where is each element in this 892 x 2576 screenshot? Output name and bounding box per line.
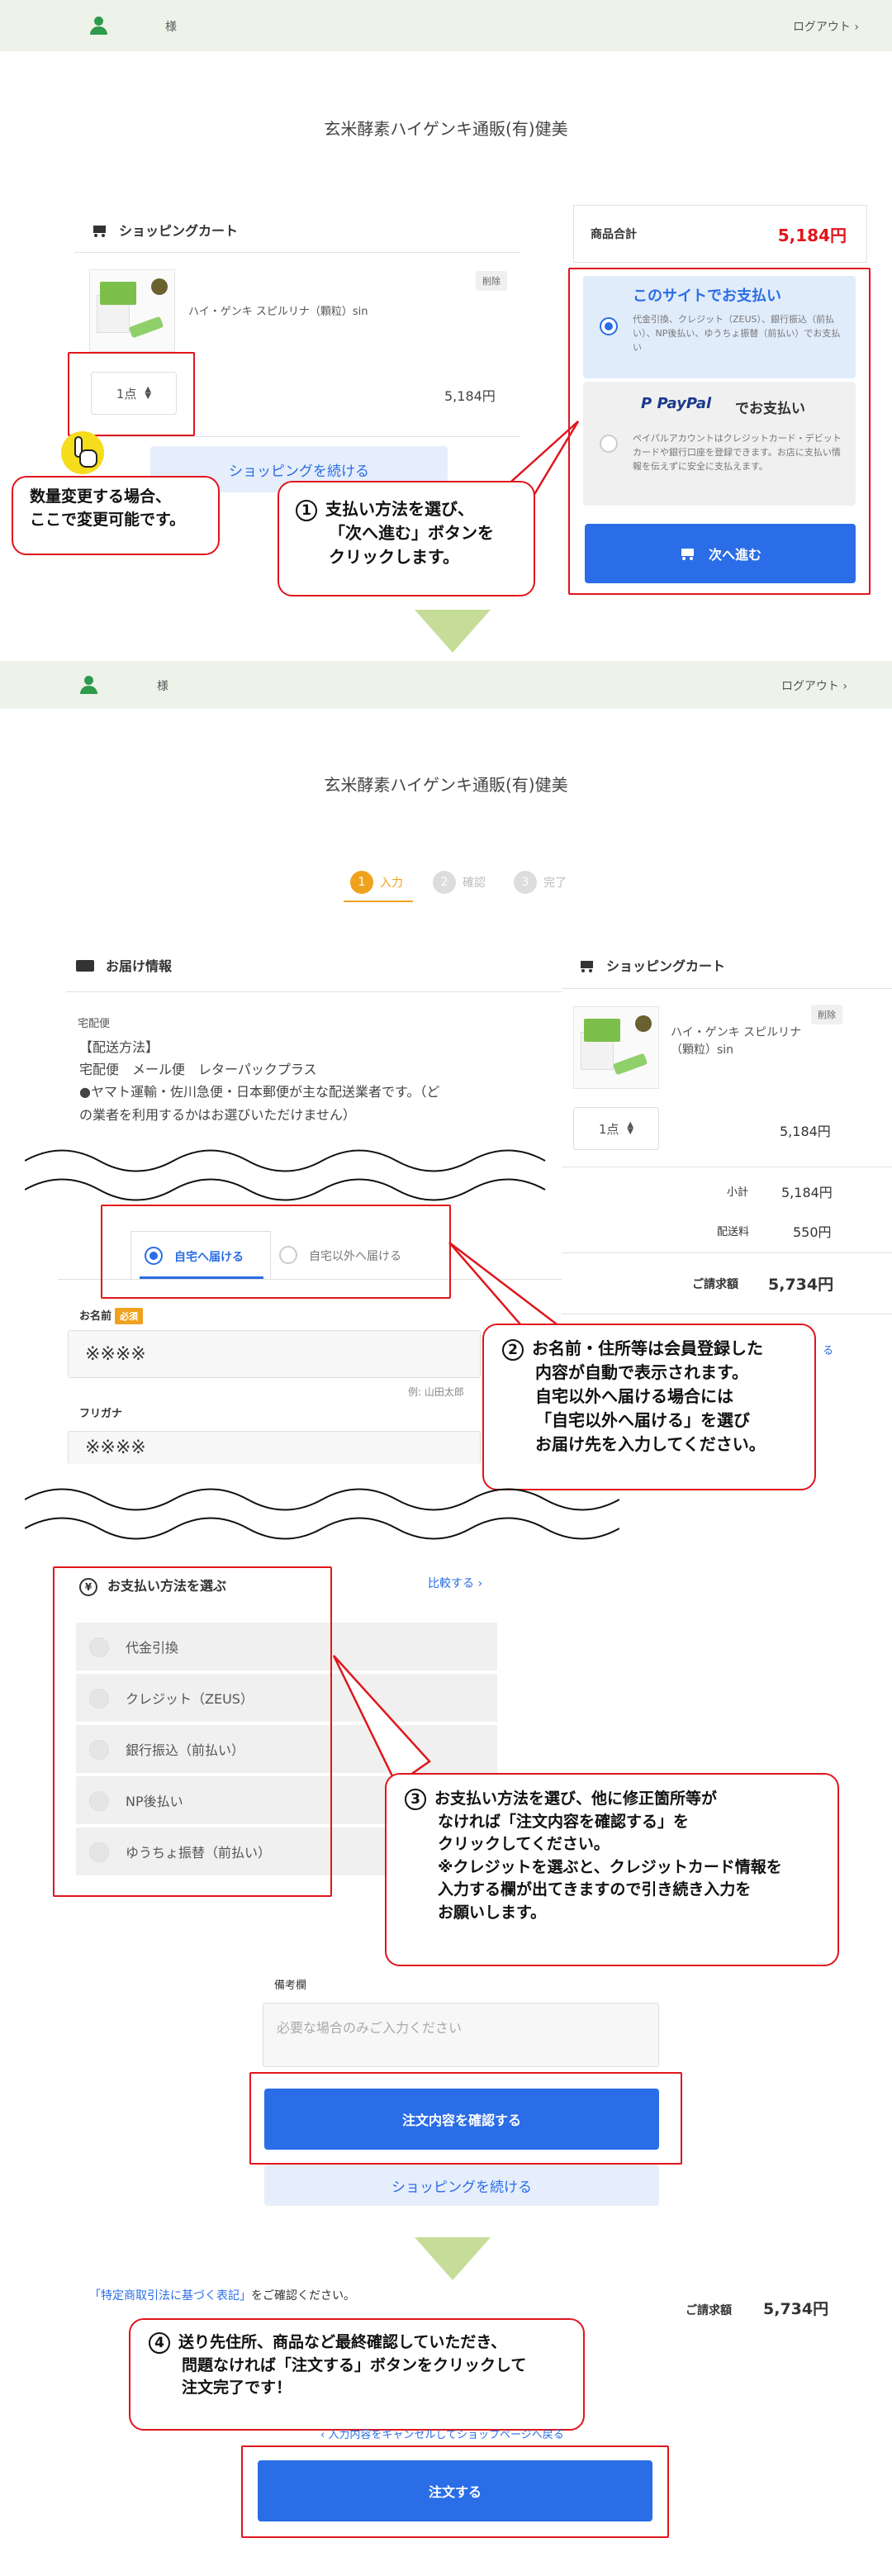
product-name: ハイ・ゲンキ スピルリナ（顆粒）sin [188, 306, 368, 318]
updown-icon: ▲ ▼ [627, 1120, 634, 1136]
kana-label: フリガナ [79, 1408, 123, 1420]
down-arrow-2 [415, 2237, 491, 2280]
remarks-textarea[interactable]: 必要な場合のみご入力ください [263, 2003, 659, 2067]
final-total-label: ご請求額 [686, 2304, 732, 2317]
step-complete: 3 完了 [514, 871, 567, 894]
callout-1: 1 支払い方法を選び、 「次へ進む」ボタンを クリックします。 [278, 481, 535, 596]
cart2-heading: ショッピングカート [578, 955, 725, 975]
step-input: 1 入力 [350, 871, 403, 894]
shipping-label: 配送料 [717, 1226, 750, 1238]
top-bar-2: 様 ログアウト › [0, 661, 892, 709]
product-image [89, 269, 175, 352]
cart-icon [91, 224, 107, 237]
product-name-2: ハイ・ゲンキ スピルリナ （顆粒）sin [671, 1026, 802, 1057]
subtotal-label-2: 小計 [727, 1186, 749, 1199]
cart-icon [578, 959, 595, 972]
down-arrow [415, 610, 491, 653]
item-price: 5,184円 [444, 388, 496, 404]
cart-icon [679, 547, 695, 560]
edge-link-text[interactable]: る [823, 1342, 833, 1357]
cart-heading: ショッピングカート [91, 220, 238, 240]
callout-2: 2 お名前・住所等は会員登録した 内容が自動で表示されます。 自宅以外へ届ける場合… [482, 1324, 816, 1490]
pay-option-site[interactable]: このサイトでお支払い 代金引換、クレジット（ZEUS）、銀行振込（前払い）、NP… [583, 276, 856, 378]
truck-icon [76, 960, 94, 972]
radio-site[interactable] [600, 317, 618, 335]
shipping: 550円 [793, 1224, 832, 1240]
wave-divider [25, 1149, 546, 1201]
delivery-kind: 宅配便 [78, 1018, 111, 1030]
subtotal-2: 5,184円 [781, 1185, 833, 1200]
top-bar: 様 ログアウト › [0, 0, 892, 51]
subtotal-box: 商品合計 5,184円 [573, 205, 867, 263]
qty-note-callout: 数量変更する場合、 ここで変更可能です。 [12, 476, 220, 555]
user-icon [89, 17, 107, 35]
callout-3: 3 お支払い方法を選び、他に修正箇所等が なければ「注文内容を確認する」を クリッ… [385, 1773, 839, 1966]
user-sama: 様 [165, 21, 177, 34]
shop-title-2: 玄米酵素ハイゲンキ通販(有)健美 [324, 775, 568, 795]
delivery-method-text: 【配送方法】 宅配便 メール便 レターパックプラス ●ヤマト運輸・佐川急便・日本… [79, 1039, 440, 1123]
shop-title: 玄米酵素ハイゲンキ通販(有)健美 [324, 119, 568, 139]
continue-shopping-button-2[interactable]: ショッピングを続ける [264, 2165, 659, 2206]
item-price-2: 5,184円 [780, 1124, 831, 1139]
logout-link[interactable]: ログアウト › [781, 677, 847, 694]
law-link[interactable]: 「特定商取引法に基づく表記」 [89, 2289, 251, 2303]
final-total: 5,734円 [763, 2300, 829, 2318]
compare-link[interactable]: 比較する › [428, 1575, 482, 1591]
name-example: 例: 山田太郎 [408, 1386, 464, 1398]
total-label-2: ご請求額 [692, 1278, 738, 1291]
law-notice: 「特定商取引法に基づく表記」をご確認ください。 [89, 2289, 355, 2303]
callout-4: 4 送り先住所、商品など最終確認していただき、 問題なければ「注文する」ボタンをク… [129, 2318, 585, 2431]
total-2: 5,734円 [768, 1276, 834, 1294]
pointing-hand-icon [61, 431, 104, 474]
remarks-label: 備考欄 [274, 1980, 307, 1992]
delivery-heading: お届け情報 [76, 955, 172, 975]
quantity-select-2[interactable]: 1点 ▲ ▼ [573, 1107, 659, 1150]
paypal-logo: P PayPal [641, 395, 712, 412]
step-confirm: 2 確認 [433, 871, 486, 894]
logout-link[interactable]: ログアウト › [793, 18, 859, 35]
product-image-2 [573, 1006, 659, 1089]
delete-button[interactable]: 削除 [476, 271, 507, 291]
wave-divider-2 [25, 1488, 619, 1540]
radio-paypal[interactable] [600, 435, 618, 453]
next-button[interactable]: 次へ進む [585, 524, 856, 583]
kana-field[interactable]: ※※※※ [68, 1431, 481, 1464]
pay-option-paypal[interactable]: P PayPal でお支払い ペイパルアカウントはクレジットカード・デビットカー… [583, 382, 856, 506]
cancel-link[interactable]: ‹ 入力内容をキャンセルしてショップページへ戻る [320, 2426, 564, 2441]
name-field[interactable]: ※※※※ [68, 1330, 481, 1378]
delete-button-2[interactable]: 削除 [811, 1005, 842, 1024]
name-label: お名前 必須 [79, 1307, 144, 1324]
user-icon [79, 676, 97, 694]
